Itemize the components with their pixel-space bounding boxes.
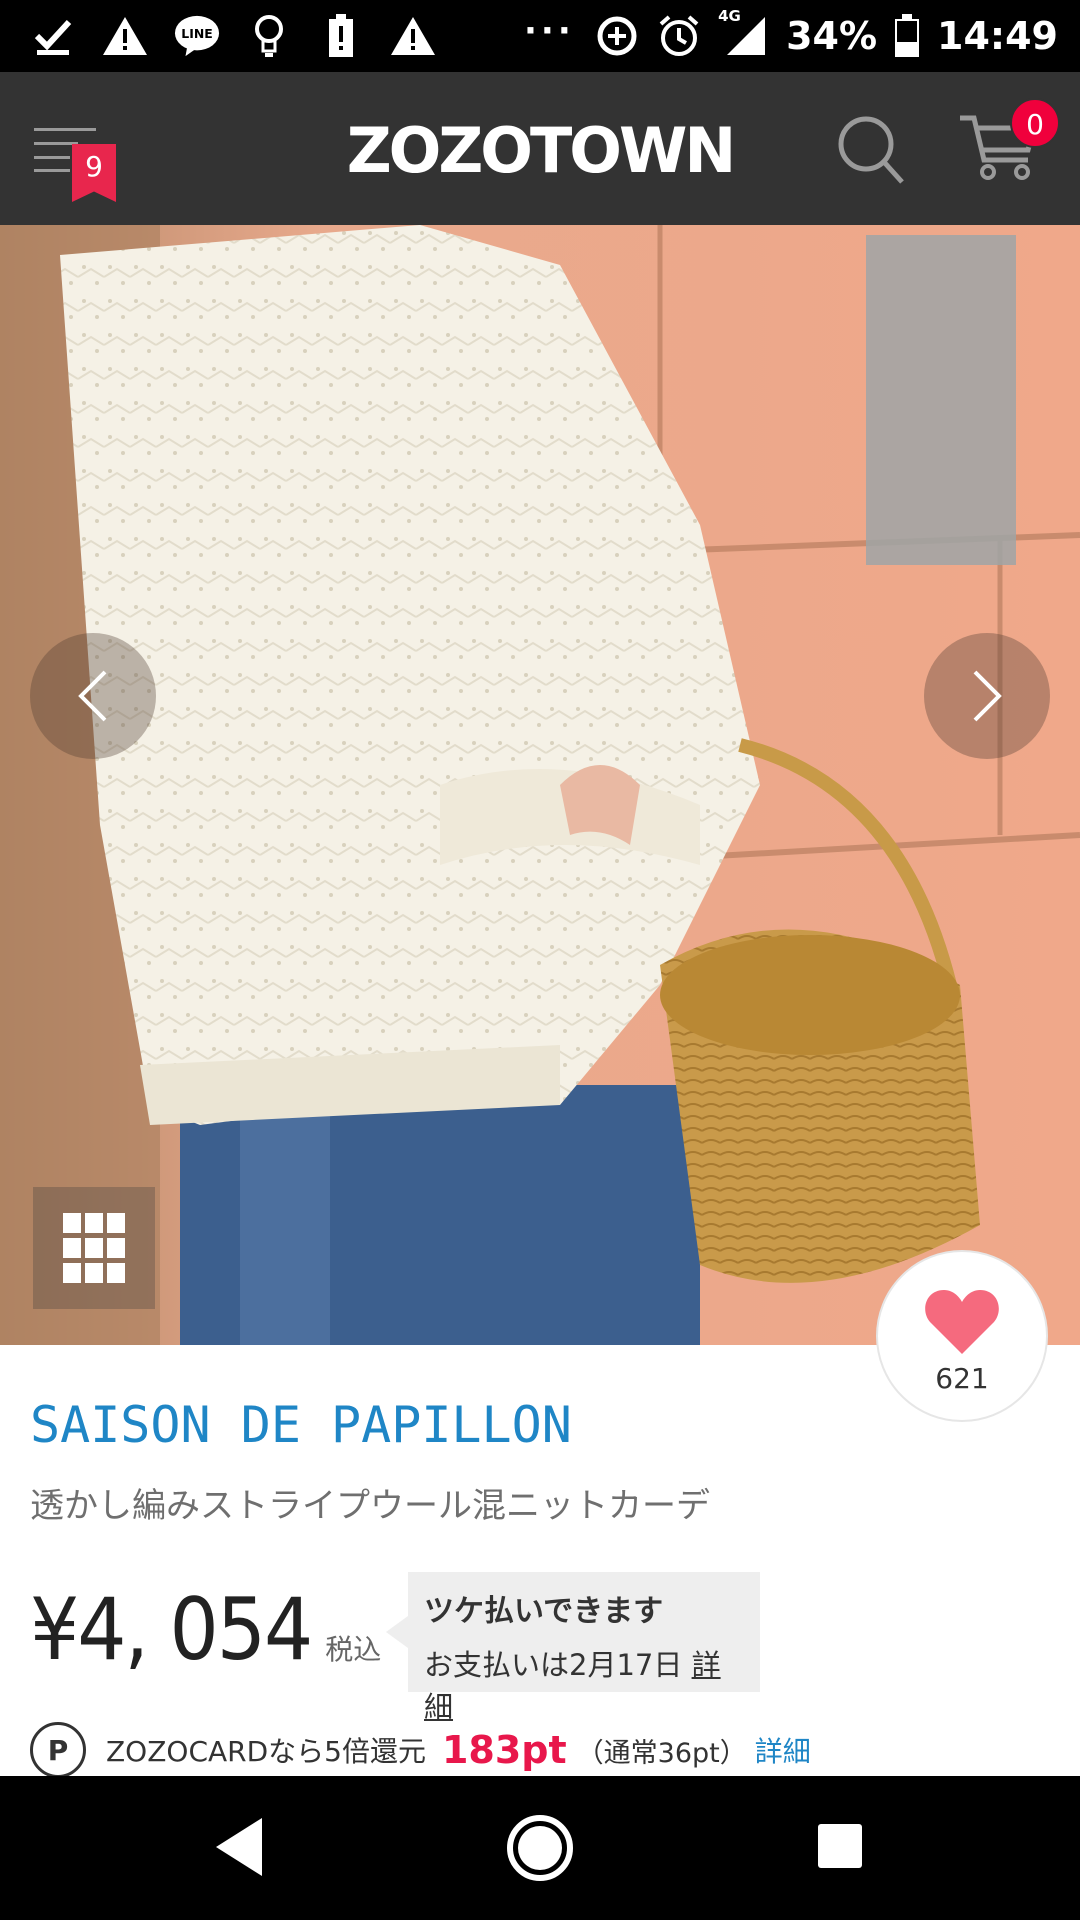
points-normal: （通常36pt） — [576, 1737, 747, 1769]
svg-text:LINE: LINE — [181, 26, 212, 41]
warning-icon — [102, 13, 148, 59]
battery-alert-icon — [318, 13, 364, 59]
battery-percent: 34% — [786, 14, 878, 58]
home-circle-icon — [507, 1815, 573, 1881]
network-type: 4G — [718, 7, 741, 25]
line-app-icon: LINE — [174, 13, 220, 59]
heart-icon — [925, 1290, 999, 1354]
points-value: 183pt — [441, 1728, 567, 1772]
chevron-left-icon — [78, 670, 107, 722]
back-triangle-icon — [216, 1818, 262, 1876]
points-row: P ZOZOCARDなら5倍還元 183pt （通常36pt） 詳細 — [30, 1722, 811, 1778]
image-grid-button[interactable] — [33, 1187, 155, 1309]
battery-icon — [893, 13, 921, 59]
zozotown-logo[interactable]: ZOZOTOWN — [330, 116, 750, 186]
tsuke-title: ツケ払いできます — [424, 1594, 664, 1629]
notification-icons: LINE ··· — [0, 0, 575, 72]
tsuke-payment-box: ツケ払いできます お支払いは2月17日 詳細 — [386, 1572, 760, 1724]
warning-icon — [390, 13, 436, 59]
product-name: 透かし編みストライプウール混ニットカーデ — [30, 1486, 710, 1526]
data-saver-icon — [594, 13, 640, 59]
payment-date-text: お支払いは2月17日 — [424, 1648, 683, 1682]
home-button[interactable] — [504, 1812, 576, 1888]
cart-count-badge: 0 — [1010, 98, 1060, 148]
points-text: ZOZOCARDなら5倍還元 — [106, 1735, 426, 1768]
tax-label: 税込 — [325, 1633, 382, 1666]
previous-image-button[interactable] — [30, 633, 156, 759]
app-header: 9 ZOZOTOWN 0 — [0, 72, 1080, 225]
grid-icon — [63, 1213, 125, 1283]
favorite-count: 621 — [935, 1362, 989, 1395]
system-status: 4G 34% 14:49 — [594, 0, 1058, 72]
clock: 14:49 — [937, 14, 1058, 58]
search-button[interactable] — [836, 114, 906, 190]
system-nav-bar — [0, 1776, 1080, 1920]
points-icon: P — [30, 1722, 86, 1778]
signal-icon: 4G — [718, 7, 770, 59]
next-image-button[interactable] — [924, 633, 1050, 759]
price: ¥4, 054 税込 — [30, 1580, 381, 1680]
alarm-icon — [656, 13, 702, 59]
back-button[interactable] — [212, 1816, 266, 1882]
points-details-link[interactable]: 詳細 — [755, 1730, 811, 1770]
search-icon — [838, 116, 904, 184]
favorite-button[interactable]: 621 — [876, 1250, 1048, 1422]
brand-name[interactable]: SAISON DE PAPILLON — [30, 1396, 572, 1454]
check-icon — [30, 13, 76, 59]
price-value: ¥4, 054 — [30, 1580, 313, 1680]
tsuke-payment-date: お支払いは2月17日 詳細 — [424, 1642, 744, 1726]
screen: LINE ··· 4G 34% 14:49 9 ZOZOTOWN 0 621 S… — [0, 0, 1080, 1920]
recent-apps-button[interactable] — [818, 1824, 862, 1868]
product-image[interactable] — [0, 225, 1080, 1345]
status-bar: LINE ··· 4G 34% 14:49 — [0, 0, 1080, 72]
chevron-right-icon — [973, 670, 1002, 722]
lightbulb-icon — [246, 13, 292, 59]
overflow-indicator: ··· — [524, 11, 575, 51]
product-photo — [0, 225, 1080, 1345]
